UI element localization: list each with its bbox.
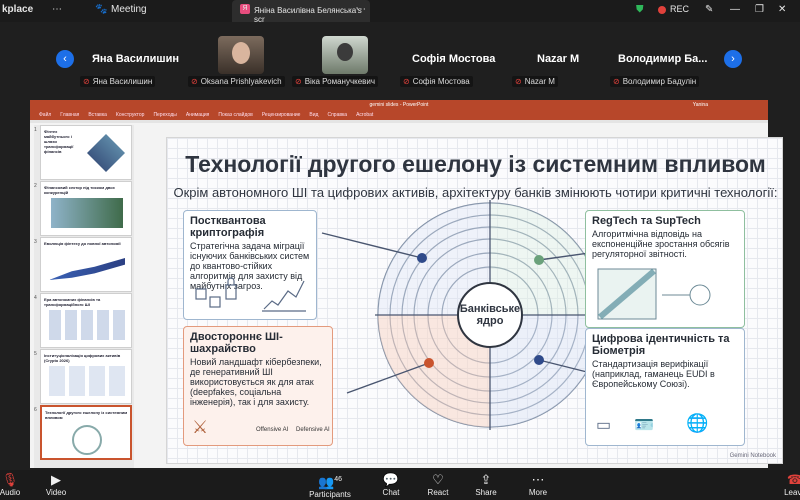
tools-icon[interactable]: ✎	[705, 4, 713, 15]
ppt-ribbon: Файл Главная Вставка Конструктор Переходы Ани…	[30, 110, 768, 120]
ribbon-tab[interactable]: Справка	[327, 112, 347, 118]
slide-thumb-active[interactable]: Технології другого ешелону із системним …	[40, 405, 132, 460]
leave-icon: ☎	[786, 472, 800, 487]
card-title: RegTech та SupTech	[592, 215, 701, 227]
participant-label: ⊘ Софія Мостова	[400, 76, 473, 87]
participant-name: Nazar M	[537, 53, 580, 65]
mic-off-icon: ⊘	[191, 77, 198, 86]
card-text: Алгоритмічна відповідь на експоненційне …	[592, 229, 730, 259]
tab-more-icon[interactable]: ⋯	[356, 4, 366, 15]
ribbon-tab[interactable]: Рецензирование	[262, 112, 301, 118]
rec-label: REC	[670, 4, 690, 14]
ppt-title-bar: gemini slides - PowerPoint Yanina	[30, 100, 768, 110]
mic-off-icon: ⊘	[83, 77, 90, 86]
title-bar: kplace ⋯ 🐾 Meeting Я Янiна Василiвна Бел…	[0, 0, 800, 24]
ribbon-tab[interactable]: Конструктор	[116, 112, 145, 118]
mic-off-icon: ⊘	[295, 77, 302, 86]
ribbon-tab[interactable]: Главная	[60, 112, 79, 118]
mic-off-icon: ⊘	[403, 77, 410, 86]
slide-thumb[interactable]: Фінтех майбутнього і шляхи трансформації…	[40, 125, 132, 180]
participant-name: Яна Василишин	[92, 53, 179, 65]
card-digital-identity: Цифрова ідентичність та Біометрія Станда…	[585, 328, 745, 446]
shared-screen: gemini slides - PowerPoint Yanina Файл Гла…	[30, 100, 783, 468]
avatar: Я	[240, 4, 250, 14]
participant-label: ⊘ Віка Романучкевич	[292, 76, 379, 87]
participant-video	[218, 36, 264, 74]
mic-off-icon: ⊘	[515, 77, 522, 86]
ribbon-tab[interactable]: Показ слайдов	[218, 112, 252, 118]
wallet-icon: ▭	[596, 417, 612, 434]
share-icon: ⇪	[480, 472, 492, 487]
card-text: Стандартизація верифікації (наприклад, г…	[592, 359, 715, 389]
mic-off-icon: ⊘	[613, 77, 620, 86]
participant-name: Софія Мостова	[412, 53, 496, 65]
participant-label: ⊘ Яна Василишин	[80, 76, 156, 87]
participant-label: ⊘ Володимир Бадулін	[610, 76, 700, 87]
prev-page-button[interactable]: ‹	[56, 50, 74, 68]
card-text: Новий ландшафт кібербезпеки, де генерати…	[190, 357, 322, 407]
meeting-toolbar: 🎙 Audio ▶ Video 👥46 Participants 💬 Chat ♡ Rea…	[0, 470, 800, 500]
participant-video	[322, 36, 368, 74]
participant-label: ⊘ Oksana Prishlyakevich	[188, 76, 285, 87]
card-dual-ai: Двостороннє ШІ-шахрайство Новий ландшафт…	[183, 326, 333, 446]
more-icon: ⋯	[531, 472, 545, 487]
ppt-divider	[30, 120, 768, 123]
ribbon-tab[interactable]: Файл	[39, 112, 51, 118]
minimize-icon[interactable]: —	[730, 4, 740, 15]
participants-strip: ‹ Яна Василишин ⊘ Яна Василишин ⊘ Oksana P…	[0, 22, 800, 94]
ribbon-tab[interactable]: Acrobat	[356, 112, 373, 118]
swords-icon: ⚔	[192, 417, 209, 437]
participants-button[interactable]: 👥46 Participants	[300, 470, 360, 499]
shield-icon: ⛊	[636, 4, 644, 15]
slide-thumb[interactable]: Інституціоналізація цифрових активів (Cr…	[40, 349, 132, 404]
slide-thumb[interactable]: Фінансовий сектор під тиском двох конкур…	[40, 181, 132, 236]
next-page-button[interactable]: ›	[724, 50, 742, 68]
close-icon[interactable]: ✕	[778, 4, 786, 15]
paw-icon: 🐾	[95, 4, 108, 15]
participants-icon: 👥46	[318, 474, 342, 490]
slide-thumb[interactable]: Еволюція фінтеху до повної автономії	[40, 237, 132, 292]
id-card-icon: 🪪	[634, 417, 654, 434]
slide-canvas: Технології другого ешелону із системним …	[166, 137, 783, 464]
leave-button[interactable]: ☎Leave	[765, 470, 800, 497]
watermark: Gemini Notebook	[729, 453, 776, 459]
meeting-label[interactable]: Meeting	[111, 4, 147, 15]
slide-thumb[interactable]: Ера автономних фінансів та трансформацій…	[40, 293, 132, 348]
heatmap-icon	[597, 268, 711, 320]
card-title: Цифрова ідентичність та Біометрія	[592, 333, 730, 357]
more-button[interactable]: ⋯ More	[508, 470, 568, 497]
defensive-ai-label: Defensive AI	[296, 427, 330, 433]
video-button[interactable]: ▶ Video	[26, 470, 86, 497]
ribbon-tab[interactable]: Вид	[309, 112, 318, 118]
ribbon-tab[interactable]: Переходы	[153, 112, 176, 118]
participant-label: ⊘ Nazar M	[512, 76, 558, 87]
card-title: Двостороннє ШІ-шахрайство	[190, 331, 283, 355]
share-button[interactable]: ⇪ Share	[456, 470, 516, 497]
more-icon[interactable]: ⋯	[52, 4, 62, 15]
participant-name: Володимир Ба...	[618, 53, 708, 65]
globe-icon: 🌐	[686, 413, 709, 433]
restore-icon[interactable]: ❐	[755, 4, 764, 15]
app-name: kplace	[2, 4, 34, 15]
record-icon	[658, 6, 666, 14]
card-post-quantum: Постквантова криптографія Стратегічна за…	[183, 210, 317, 320]
ribbon-tab[interactable]: Анимация	[186, 112, 209, 118]
ribbon-tab[interactable]: Вставка	[88, 112, 107, 118]
card-title: Постквантова криптографія	[190, 215, 266, 239]
offensive-ai-label: Offensive AI	[256, 427, 289, 433]
camera-icon: ▶	[51, 472, 61, 487]
core-node: Банківське ядро	[457, 282, 523, 348]
card-regtech: RegTech та SupTech Алгоритмічна відповід…	[585, 210, 745, 328]
share-tab[interactable]: Я Янiна Василiвна Белянська's scr ⋯	[232, 0, 370, 24]
slide-thumbnails: 1 Фінтех майбутнього і шляхи трансформац…	[34, 125, 134, 468]
lock-network-icon	[195, 277, 306, 312]
